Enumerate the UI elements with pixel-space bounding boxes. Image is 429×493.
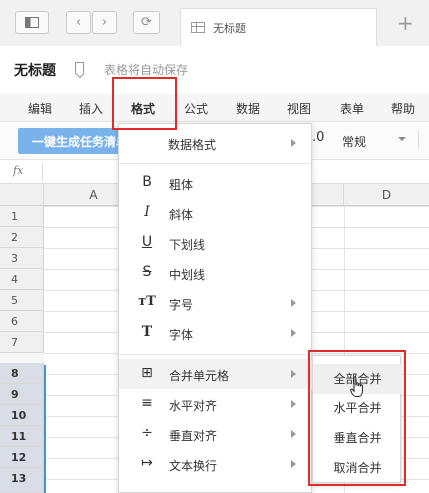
vertical-align-icon: ÷ xyxy=(141,425,153,441)
chevron-right-icon xyxy=(291,400,296,408)
row-header-selected[interactable]: 8 xyxy=(0,363,44,384)
strikethrough-icon: S xyxy=(142,264,152,280)
number-format-select[interactable]: 常规 xyxy=(342,133,366,150)
menu-item-label: 数据格式 xyxy=(168,138,217,152)
menu-insert[interactable]: 插入 xyxy=(79,100,103,117)
menu-item-label: 粗体 xyxy=(169,178,194,192)
back-icon: ‹ xyxy=(75,15,82,30)
menu-item-label: 垂直对齐 xyxy=(169,429,218,443)
menu-item-strikethrough[interactable]: S 中划线 xyxy=(119,258,313,288)
menu-divider xyxy=(119,354,313,355)
underline-icon: U xyxy=(141,234,153,250)
row-header-selected[interactable]: 12 xyxy=(0,447,44,468)
font-size-icon: тT xyxy=(138,294,156,309)
forward-button[interactable]: › xyxy=(92,11,117,34)
menu-item-underline[interactable]: U 下划线 xyxy=(119,228,313,258)
menu-item-data-format[interactable]: 数据格式 xyxy=(119,128,313,158)
format-menu-highlight xyxy=(112,77,177,130)
chevron-right-icon xyxy=(291,430,296,438)
bookmark-icon[interactable] xyxy=(75,62,84,74)
column-header-d[interactable]: D xyxy=(344,184,429,206)
row-header-selected[interactable]: 10 xyxy=(0,405,44,426)
row-header-selected[interactable]: 13 xyxy=(0,468,44,493)
menu-formula[interactable]: 公式 xyxy=(184,100,208,117)
text-wrap-icon: ↦ xyxy=(141,455,153,471)
menu-item-label: 文本换行 xyxy=(169,459,218,473)
row-header[interactable]: 5 xyxy=(0,290,44,311)
sidebar-icon xyxy=(25,17,39,28)
menu-item-merge-cells[interactable]: ⊞ 合并单元格 xyxy=(119,359,313,389)
bold-icon: B xyxy=(142,174,152,190)
row-header[interactable]: 7 xyxy=(0,332,44,353)
menubar: 编辑 插入 格式 公式 数据 视图 表单 帮助 xyxy=(0,94,429,122)
menu-data[interactable]: 数据 xyxy=(236,100,260,117)
formula-divider xyxy=(42,162,43,182)
sidebar-toggle-button[interactable] xyxy=(15,11,49,34)
tab-title: 无标题 xyxy=(213,21,246,35)
refresh-icon: ⟳ xyxy=(141,15,152,30)
menu-form[interactable]: 表单 xyxy=(340,100,364,117)
selection-border xyxy=(44,365,46,493)
menu-item-label: 合并单元格 xyxy=(169,369,230,383)
decimal-button[interactable]: .0 xyxy=(312,130,324,145)
menu-item-text-wrap[interactable]: ↦ 文本换行 xyxy=(119,449,313,479)
task-button-label: 一键生成任务清单 xyxy=(32,134,129,149)
row-header-selected[interactable]: 9 xyxy=(0,384,44,405)
hand-cursor-icon xyxy=(350,376,363,397)
spreadsheet-icon xyxy=(191,22,205,33)
chevron-right-icon xyxy=(291,460,296,468)
row-header[interactable]: 6 xyxy=(0,311,44,332)
menu-item-italic[interactable]: I 斜体 xyxy=(119,198,313,228)
toolbar-divider xyxy=(418,130,419,148)
menu-item-vertical-align[interactable]: ÷ 垂直对齐 xyxy=(119,419,313,449)
menu-item-label: 斜体 xyxy=(169,208,194,222)
menu-item-label: 中划线 xyxy=(169,268,206,282)
forward-icon: › xyxy=(101,15,108,30)
menu-edit[interactable]: 编辑 xyxy=(28,100,52,117)
autosave-status: 表格将自动保存 xyxy=(104,63,189,77)
row-header[interactable]: 4 xyxy=(0,269,44,290)
chevron-right-icon xyxy=(291,139,296,147)
menu-divider xyxy=(119,163,313,164)
menu-item-font-size[interactable]: тT 字号 xyxy=(119,288,313,318)
format-menu: 数据格式 B 粗体 I 斜体 U 下划线 S 中划线 тT 字号 T 字体 ⊞ … xyxy=(118,123,313,493)
browser-tab[interactable]: 无标题 xyxy=(180,8,377,46)
merge-submenu-highlight xyxy=(308,350,406,486)
row-header-selected[interactable]: 11 xyxy=(0,426,44,447)
back-button[interactable]: ‹ xyxy=(66,11,91,34)
chevron-right-icon xyxy=(291,329,296,337)
menu-item-font[interactable]: T 字体 xyxy=(119,318,313,348)
menu-item-horizontal-align[interactable]: ≡ 水平对齐 xyxy=(119,389,313,419)
italic-icon: I xyxy=(144,204,150,220)
chevron-right-icon xyxy=(291,299,296,307)
menu-help[interactable]: 帮助 xyxy=(391,100,415,117)
menu-item-label: 字号 xyxy=(169,298,194,312)
chevron-down-icon[interactable] xyxy=(398,137,406,141)
doc-title-bar: 无标题 表格将自动保存 xyxy=(0,46,429,94)
menu-item-label: 下划线 xyxy=(169,238,206,252)
menu-item-label: 字体 xyxy=(169,328,194,342)
new-tab-button[interactable]: + xyxy=(397,13,414,33)
menu-item-label: 水平对齐 xyxy=(169,399,218,413)
corner-cell[interactable] xyxy=(0,184,44,206)
menu-item-bold[interactable]: B 粗体 xyxy=(119,168,313,198)
refresh-button[interactable]: ⟳ xyxy=(133,11,160,34)
doc-title[interactable]: 无标题 xyxy=(14,60,56,80)
merge-cells-icon: ⊞ xyxy=(141,365,153,381)
fx-icon: fx xyxy=(13,164,24,177)
align-left-icon: ≡ xyxy=(141,395,153,411)
row-header[interactable]: 3 xyxy=(0,248,44,269)
row-header[interactable]: 2 xyxy=(0,227,44,248)
menu-view[interactable]: 视图 xyxy=(287,100,311,117)
browser-chrome: ‹ › ⟳ 无标题 + xyxy=(0,0,429,46)
font-icon: T xyxy=(141,324,153,340)
row-header[interactable]: 1 xyxy=(0,206,44,227)
chevron-right-icon xyxy=(291,370,296,378)
